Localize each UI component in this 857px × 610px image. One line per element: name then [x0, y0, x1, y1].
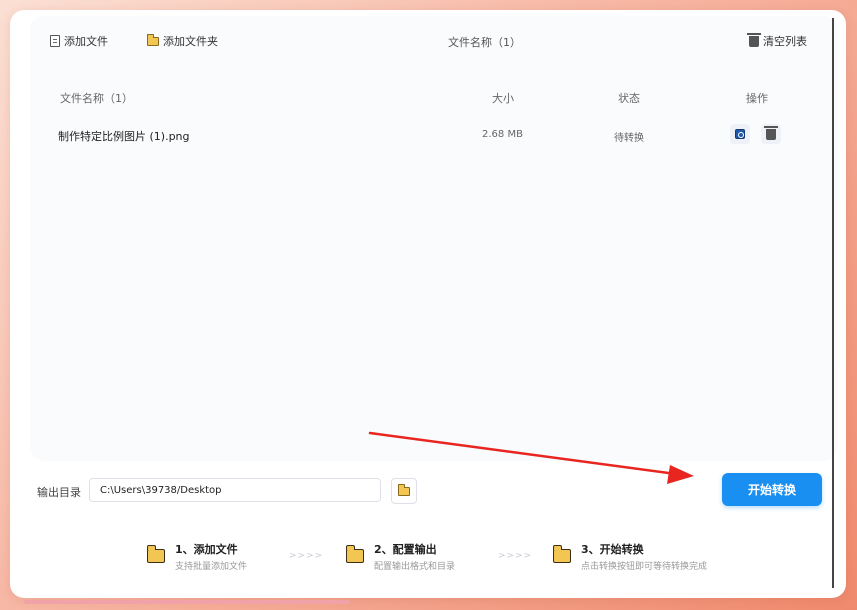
step-desc: 支持批量添加文件 [175, 562, 248, 572]
window-edge [832, 18, 834, 588]
convert-row-button[interactable] [730, 124, 750, 144]
file-status-cell: 待转换 [614, 133, 644, 144]
taskbar-strip [24, 600, 350, 604]
toolbar: 添加文件 添加文件夹 文件名称（1） 清空列表 [30, 16, 838, 62]
folder-icon [345, 545, 364, 563]
step-title: 3、开始转换 [581, 543, 644, 556]
toolbar-title: 文件名称（1） [448, 36, 521, 49]
column-header-size[interactable]: 大小 [492, 90, 514, 106]
start-convert-button[interactable]: 开始转换 [722, 473, 822, 506]
app-window: 添加文件 添加文件夹 文件名称（1） 清空列表 文件名称（1） 大小 状态 操作… [10, 10, 846, 598]
add-folder-label: 添加文件夹 [163, 35, 218, 48]
step-start-convert: 3、开始转换 点击转换按钮即可等待转换完成 [552, 541, 708, 572]
clear-list-label: 清空列表 [763, 35, 807, 48]
trash-icon [764, 125, 778, 140]
step-desc: 点击转换按钮即可等待转换完成 [581, 562, 708, 572]
trash-icon [747, 32, 761, 47]
clear-list-button[interactable]: 清空列表 [747, 32, 807, 49]
folder-icon [552, 545, 571, 563]
folder-icon [398, 483, 410, 496]
folder-icon [147, 33, 159, 46]
output-dir-label: 输出目录 [37, 486, 81, 499]
file-icon [50, 35, 60, 47]
step-desc: 配置输出格式和目录 [374, 562, 456, 572]
column-header-status[interactable]: 状态 [618, 90, 640, 106]
step-configure-output: 2、配置输出 配置输出格式和目录 [345, 541, 456, 572]
add-file-label: 添加文件 [64, 35, 108, 48]
step-add-files: 1、添加文件 支持批量添加文件 [146, 541, 248, 572]
column-header-actions: 操作 [746, 92, 768, 105]
step-title: 2、配置输出 [374, 543, 437, 556]
output-dir-input[interactable] [89, 478, 381, 502]
column-header-name[interactable]: 文件名称（1） [60, 90, 133, 106]
step-separator: >>>> [289, 551, 324, 561]
add-folder-button[interactable]: 添加文件夹 [147, 33, 218, 49]
file-name-cell: 制作特定比例图片 (1).png [58, 130, 190, 143]
convert-icon [735, 129, 745, 139]
step-title: 1、添加文件 [175, 543, 238, 556]
step-separator: >>>> [498, 551, 533, 561]
delete-row-button[interactable] [761, 124, 781, 144]
table-row[interactable]: 制作特定比例图片 (1).png 2.68 MB 待转换 [30, 120, 838, 150]
folder-icon [146, 545, 165, 563]
browse-folder-button[interactable] [391, 478, 417, 504]
file-size-cell: 2.68 MB [482, 129, 523, 140]
file-list-panel: 添加文件 添加文件夹 文件名称（1） 清空列表 文件名称（1） 大小 状态 操作… [30, 16, 838, 461]
add-file-button[interactable]: 添加文件 [50, 33, 108, 49]
